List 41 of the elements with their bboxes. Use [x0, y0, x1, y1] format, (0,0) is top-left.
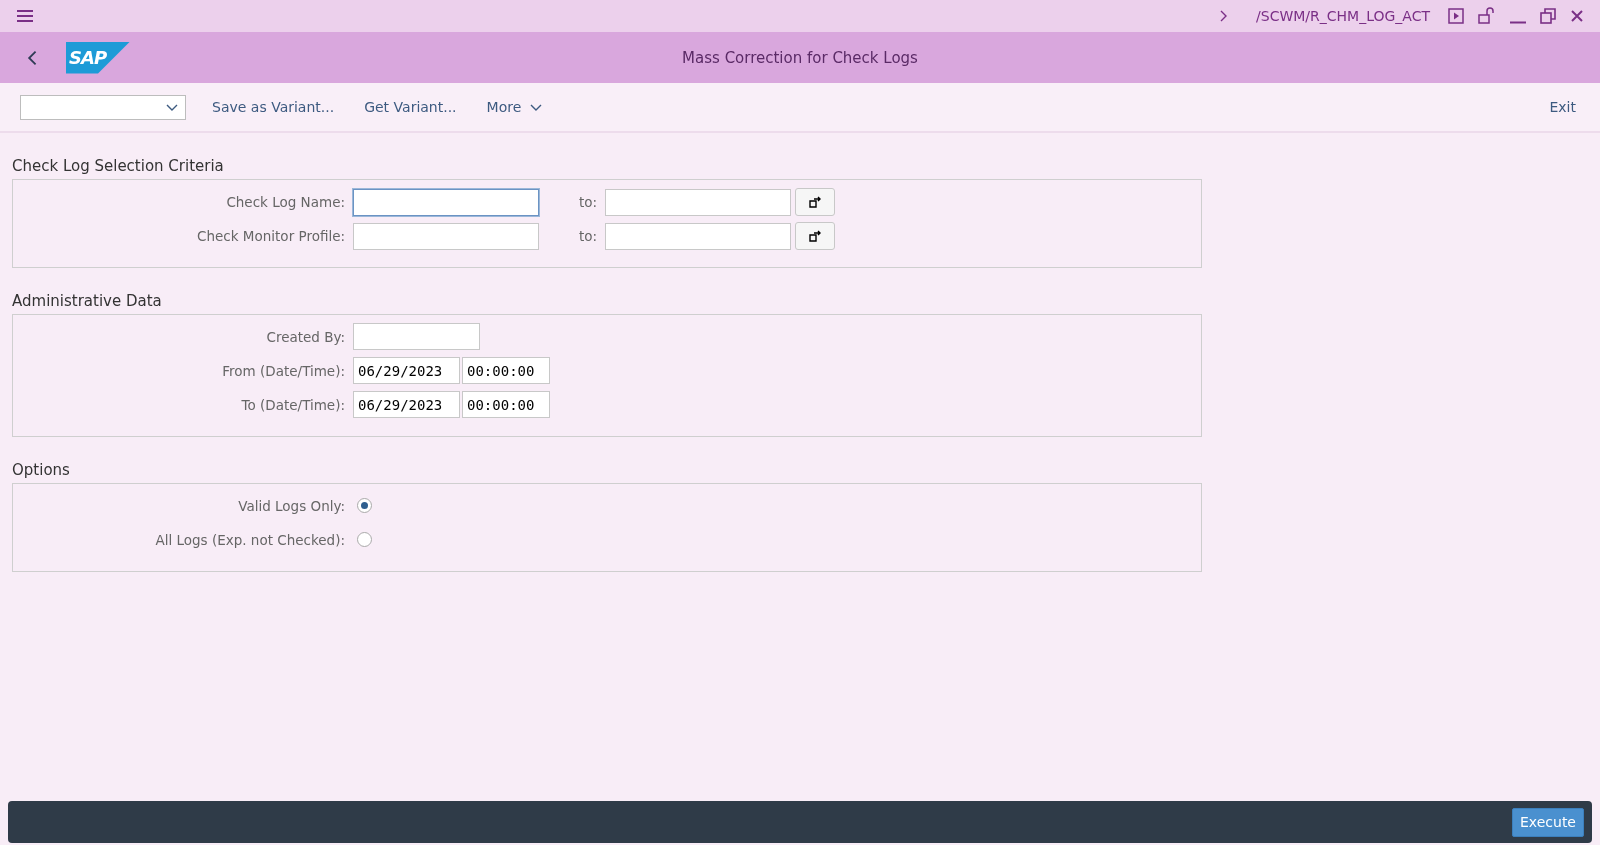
lock-button[interactable] — [1478, 7, 1496, 25]
field-label: Created By: — [265, 328, 345, 345]
more-menu[interactable]: More — [482, 99, 548, 115]
input-field[interactable] — [605, 222, 792, 250]
date-field[interactable]: 06/29/2023 — [353, 357, 460, 384]
field-label: To (Date/Time): — [240, 396, 345, 413]
section-title: Check Log Selection Criteria — [12, 157, 225, 175]
menu-button[interactable] — [16, 9, 34, 23]
input-field[interactable] — [605, 188, 792, 216]
minimize-icon — [1510, 20, 1526, 24]
radio-button[interactable] — [357, 532, 372, 547]
to-label: to: — [579, 194, 598, 210]
section-title: Administrative Data — [12, 292, 163, 310]
to-label: to: — [579, 228, 598, 244]
arrow-box-icon — [808, 195, 823, 209]
execute-button[interactable]: Execute — [1512, 807, 1584, 837]
toolbar-action[interactable]: Save as Variant... — [208, 99, 339, 115]
field-label: All Logs (Exp. not Checked): — [154, 531, 345, 548]
transaction-code: /SCWM/R_CHM_LOG_ACT — [1256, 8, 1430, 24]
sap-logo: SAP — [66, 41, 130, 74]
input-field[interactable] — [353, 188, 539, 216]
input-field[interactable] — [353, 222, 539, 250]
date-field[interactable]: 06/29/2023 — [353, 391, 460, 418]
time-field[interactable]: 00:00:00 — [462, 357, 550, 384]
restore-button[interactable] — [1540, 8, 1556, 24]
multiple-selection-button[interactable] — [795, 222, 836, 250]
field-label: Check Log Name: — [225, 194, 345, 210]
play-button[interactable] — [1448, 8, 1464, 24]
page-title: Mass Correction for Check Logs — [682, 48, 918, 67]
input-field[interactable] — [353, 323, 480, 350]
exit-link[interactable]: Exit — [1545, 99, 1580, 115]
section-title: Options — [12, 461, 71, 479]
field-label: Check Monitor Profile: — [196, 228, 345, 244]
arrow-box-icon — [808, 229, 823, 243]
time-field[interactable]: 00:00:00 — [462, 391, 550, 418]
toolbar-action[interactable]: Get Variant... — [360, 99, 461, 115]
close-button[interactable] — [1570, 9, 1584, 23]
field-label: Valid Logs Only: — [237, 497, 345, 514]
multiple-selection-button[interactable] — [795, 188, 836, 216]
field-label: From (Date/Time): — [221, 362, 345, 379]
radio-button[interactable] — [357, 498, 372, 513]
